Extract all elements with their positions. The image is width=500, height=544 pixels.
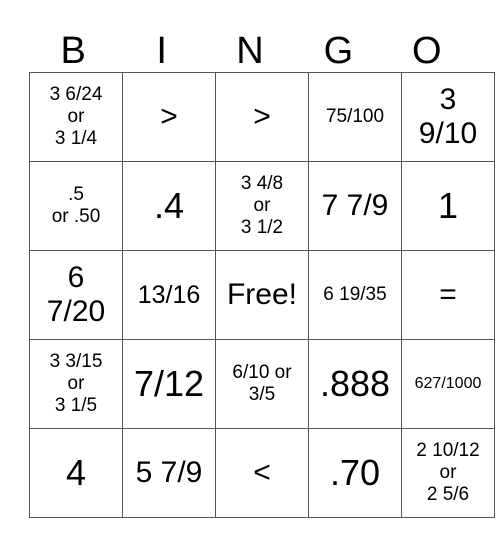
bingo-cell-i-2[interactable]: .4	[122, 161, 216, 251]
bingo-cell-g-2[interactable]: 7 7/9	[308, 161, 402, 251]
bingo-cell-n-4[interactable]: 6/10 or 3/5	[215, 339, 309, 429]
bingo-row: 3 3/15 or 3 1/5 7/12 6/10 or 3/5.888 627/10…	[29, 339, 495, 429]
bingo-cell-b-2[interactable]: .5 or .50	[29, 161, 123, 251]
bingo-card-grid: 3 6/24 or 3 1/4 > >75/100 3 9/10.5 or .50.4…	[29, 72, 495, 518]
bingo-cell-g-1[interactable]: 75/100	[308, 72, 402, 162]
bingo-cell-n-1[interactable]: >	[215, 72, 309, 162]
header-letter-o: O	[412, 30, 442, 72]
bingo-cell-o-2[interactable]: 1	[401, 161, 495, 251]
bingo-cell-n-2[interactable]: 3 4/8 or 3 1/2	[215, 161, 309, 251]
bingo-cell-i-3[interactable]: 13/16	[122, 250, 216, 340]
bingo-cell-g-3[interactable]: 6 19/35	[308, 250, 402, 340]
header-letter-i: I	[156, 30, 167, 72]
header-letter-n: N	[236, 30, 264, 72]
bingo-cell-b-1[interactable]: 3 6/24 or 3 1/4	[29, 72, 123, 162]
bingo-cell-b-5[interactable]: 4	[29, 428, 123, 518]
bingo-row: 45 7/9 < .70 2 10/12 or 2 5/6	[29, 428, 495, 518]
bingo-cell-i-5[interactable]: 5 7/9	[122, 428, 216, 518]
bingo-cell-n-3[interactable]: Free!	[215, 250, 309, 340]
bingo-cell-g-5[interactable]: .70	[308, 428, 402, 518]
bingo-cell-i-1[interactable]: >	[122, 72, 216, 162]
bingo-cell-b-3[interactable]: 6 7/20	[29, 250, 123, 340]
bingo-cell-g-4[interactable]: .888	[308, 339, 402, 429]
header-letter-g: G	[323, 30, 354, 72]
bingo-cell-o-5[interactable]: 2 10/12 or 2 5/6	[401, 428, 495, 518]
header-letter-b: B	[60, 30, 86, 72]
bingo-cell-b-4[interactable]: 3 3/15 or 3 1/5	[29, 339, 123, 429]
bingo-cell-o-4[interactable]: 627/1000	[401, 339, 495, 429]
bingo-cell-o-1[interactable]: 3 9/10	[401, 72, 495, 162]
bingo-cell-o-3[interactable]: =	[401, 250, 495, 340]
bingo-cell-i-4[interactable]: 7/12	[122, 339, 216, 429]
bingo-header: B I N G O	[29, 30, 471, 72]
bingo-row: 6 7/20 13/16 Free! 6 19/35 =	[29, 250, 495, 340]
bingo-cell-n-5[interactable]: <	[215, 428, 309, 518]
bingo-row: 3 6/24 or 3 1/4 > >75/100 3 9/10	[29, 72, 495, 162]
bingo-row: .5 or .50.4 3 4/8 or 3 1/2 7 7/9 1	[29, 161, 495, 251]
